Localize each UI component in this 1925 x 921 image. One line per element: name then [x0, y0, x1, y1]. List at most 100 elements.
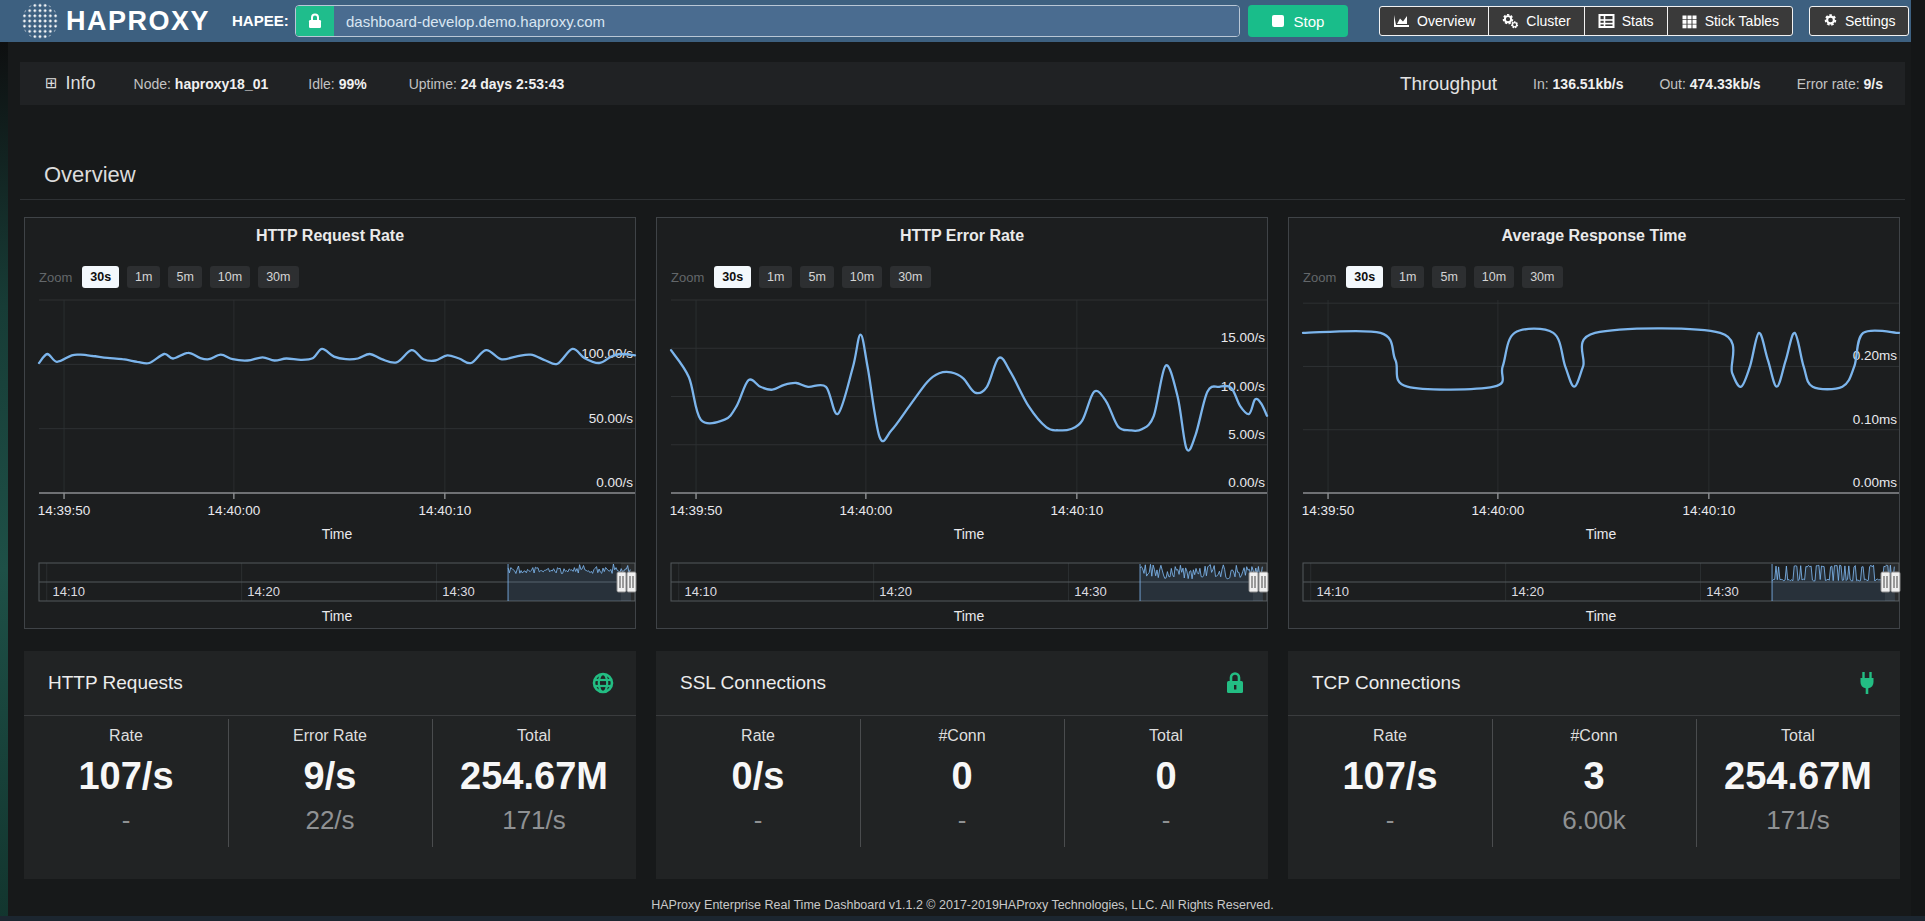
settings-label: Settings — [1845, 13, 1896, 29]
navigator-tick-label: 14:30 — [442, 584, 475, 599]
navbar: HAPROXY HAPEE: Stop OverviewClusterStats… — [0, 0, 1911, 42]
chart-panel-http-request-rate: HTTP Request Rate Zoom 30s 1m 5m 10m 30m 14:39:… — [24, 217, 636, 629]
stop-label: Stop — [1294, 13, 1325, 30]
zoom-option-10m[interactable]: 10m — [1474, 266, 1514, 288]
stat-card-tcp-connections: TCP ConnectionsRate107/s-#Conn36.00kTota… — [1288, 651, 1900, 879]
metric-value: 107/s — [1288, 755, 1492, 798]
metric-label: Rate — [656, 727, 860, 745]
metric-label: Total — [432, 727, 636, 745]
stop-button[interactable]: Stop — [1248, 5, 1348, 37]
x-tick-label: 14:40:00 — [1472, 503, 1525, 518]
info-field-node: Node: haproxy18_01 — [134, 76, 269, 92]
nav-button-overview[interactable]: Overview — [1379, 6, 1489, 36]
zoom-option-30s[interactable]: 30s — [1346, 266, 1383, 288]
zoom-option-1m[interactable]: 1m — [127, 266, 160, 288]
card-metric-total: Total254.67M171/s — [432, 716, 636, 878]
info-left: ⊞ Info Node: haproxy18_01 Idle: 99% Uptime… — [20, 73, 564, 94]
lock-button[interactable] — [296, 6, 334, 36]
navigator-right-handle[interactable] — [1891, 572, 1900, 592]
chart-plot: 14:39:5014:40:0014:40:1015.00/s10.00/s5.… — [657, 293, 1269, 630]
card-header: TCP Connections — [1288, 651, 1900, 716]
chart-title: HTTP Request Rate — [25, 227, 635, 245]
brand: HAPROXY — [22, 3, 210, 39]
zoom-option-30m[interactable]: 30m — [1522, 266, 1562, 288]
zoom-option-5m[interactable]: 5m — [168, 266, 201, 288]
background-right-strip — [1911, 0, 1925, 921]
y-axis-label: 0.10ms — [1853, 412, 1898, 427]
metric-value: 0 — [860, 755, 1064, 798]
navigator-left-handle[interactable] — [1881, 572, 1890, 592]
navigator-right-handle[interactable] — [627, 572, 636, 592]
zoom-option-10m[interactable]: 10m — [842, 266, 882, 288]
card-body: Rate107/s-Error Rate9/s22/sTotal254.67M1… — [24, 716, 636, 878]
navigator-axis-title: Time — [322, 608, 353, 624]
metric-label: Error Rate — [228, 727, 432, 745]
nav-button-stick-tables[interactable]: Stick Tables — [1667, 6, 1793, 36]
info-field-idle: Idle: 99% — [308, 76, 366, 92]
throughput-field-value: 474.33kb/s — [1690, 76, 1761, 92]
info-field-value: 24 days 2:53:43 — [461, 76, 565, 92]
y-axis-label: 15.00/s — [1221, 330, 1266, 345]
zoom-option-30s[interactable]: 30s — [714, 266, 751, 288]
card-metric-rate: Rate107/s- — [24, 716, 228, 878]
nav-button-label: Stick Tables — [1705, 13, 1779, 29]
url-input[interactable] — [334, 6, 1239, 36]
navigator-tick-label: 14:10 — [52, 584, 85, 599]
x-tick-label: 14:40:10 — [419, 503, 472, 518]
zoom-option-10m[interactable]: 10m — [210, 266, 250, 288]
card-metric-errorrate: Error Rate9/s22/s — [228, 716, 432, 878]
metric-label: #Conn — [860, 727, 1064, 745]
stat-card-http-requests: HTTP RequestsRate107/s-Error Rate9/s22/s… — [24, 651, 636, 879]
cards-row: HTTP RequestsRate107/s-Error Rate9/s22/s… — [24, 651, 1900, 879]
metric-subvalue: - — [656, 805, 860, 836]
zoom-option-30m[interactable]: 30m — [258, 266, 298, 288]
x-tick-label: 14:40:00 — [840, 503, 893, 518]
x-tick-label: 14:39:50 — [38, 503, 91, 518]
nav-button-label: Stats — [1622, 13, 1654, 29]
y-axis-label: 0.00ms — [1853, 475, 1898, 490]
zoom-option-30m[interactable]: 30m — [890, 266, 930, 288]
zoom-option-1m[interactable]: 1m — [759, 266, 792, 288]
background-left-strip — [0, 42, 8, 921]
card-metric-rate: Rate107/s- — [1288, 716, 1492, 878]
navigator-right-handle[interactable] — [1259, 572, 1268, 592]
settings-button[interactable]: Settings — [1809, 6, 1909, 36]
info-bar: ⊞ Info Node: haproxy18_01 Idle: 99% Uptime… — [20, 62, 1905, 105]
navigator-left-handle[interactable] — [617, 572, 626, 592]
zoom-control: Zoom 30s 1m 5m 10m 30m — [39, 266, 299, 288]
navigator-tick-label: 14:20 — [247, 584, 280, 599]
x-tick-label: 14:39:50 — [670, 503, 723, 518]
zoom-option-5m[interactable]: 5m — [800, 266, 833, 288]
zoom-option-1m[interactable]: 1m — [1391, 266, 1424, 288]
x-tick-label: 14:40:00 — [208, 503, 261, 518]
navigator-axis-title: Time — [954, 608, 985, 624]
navigator-tick-label: 14:10 — [684, 584, 717, 599]
zoom-label: Zoom — [39, 270, 72, 285]
lock-icon — [1224, 671, 1246, 695]
haproxy-logo-icon — [22, 3, 58, 39]
zoom-option-30s[interactable]: 30s — [82, 266, 119, 288]
y-axis-label: 0.00/s — [596, 475, 633, 490]
throughput-field-label: In: — [1533, 76, 1552, 92]
metric-value: 9/s — [228, 755, 432, 798]
card-metric-conn: #Conn0- — [860, 716, 1064, 878]
area-chart-icon — [1393, 13, 1410, 29]
info-field-uptime: Uptime: 24 days 2:53:43 — [409, 76, 565, 92]
card-metric-conn: #Conn36.00k — [1492, 716, 1696, 878]
metric-label: Total — [1696, 727, 1900, 745]
metric-value: 254.67M — [1696, 755, 1900, 798]
metric-subvalue: 171/s — [432, 805, 636, 836]
nav-button-cluster[interactable]: Cluster — [1488, 6, 1584, 36]
charts-row: HTTP Request Rate Zoom 30s 1m 5m 10m 30m 14:39:… — [24, 217, 1900, 629]
gear-icon — [1822, 12, 1839, 31]
navigator-tick-label: 14:30 — [1074, 584, 1107, 599]
info-expand-toggle[interactable]: ⊞ Info — [45, 73, 96, 94]
navigator-left-handle[interactable] — [1249, 572, 1258, 592]
nav-button-group: OverviewCluster Stats Stick Tables — [1380, 6, 1793, 36]
zoom-option-5m[interactable]: 5m — [1432, 266, 1465, 288]
globe-icon — [592, 671, 614, 695]
metric-label: Rate — [1288, 727, 1492, 745]
metric-subvalue: 6.00k — [1492, 805, 1696, 836]
chart-plot: 14:39:5014:40:0014:40:100.20ms0.10ms0.00… — [1289, 293, 1901, 630]
nav-button-stats[interactable]: Stats — [1584, 6, 1668, 36]
